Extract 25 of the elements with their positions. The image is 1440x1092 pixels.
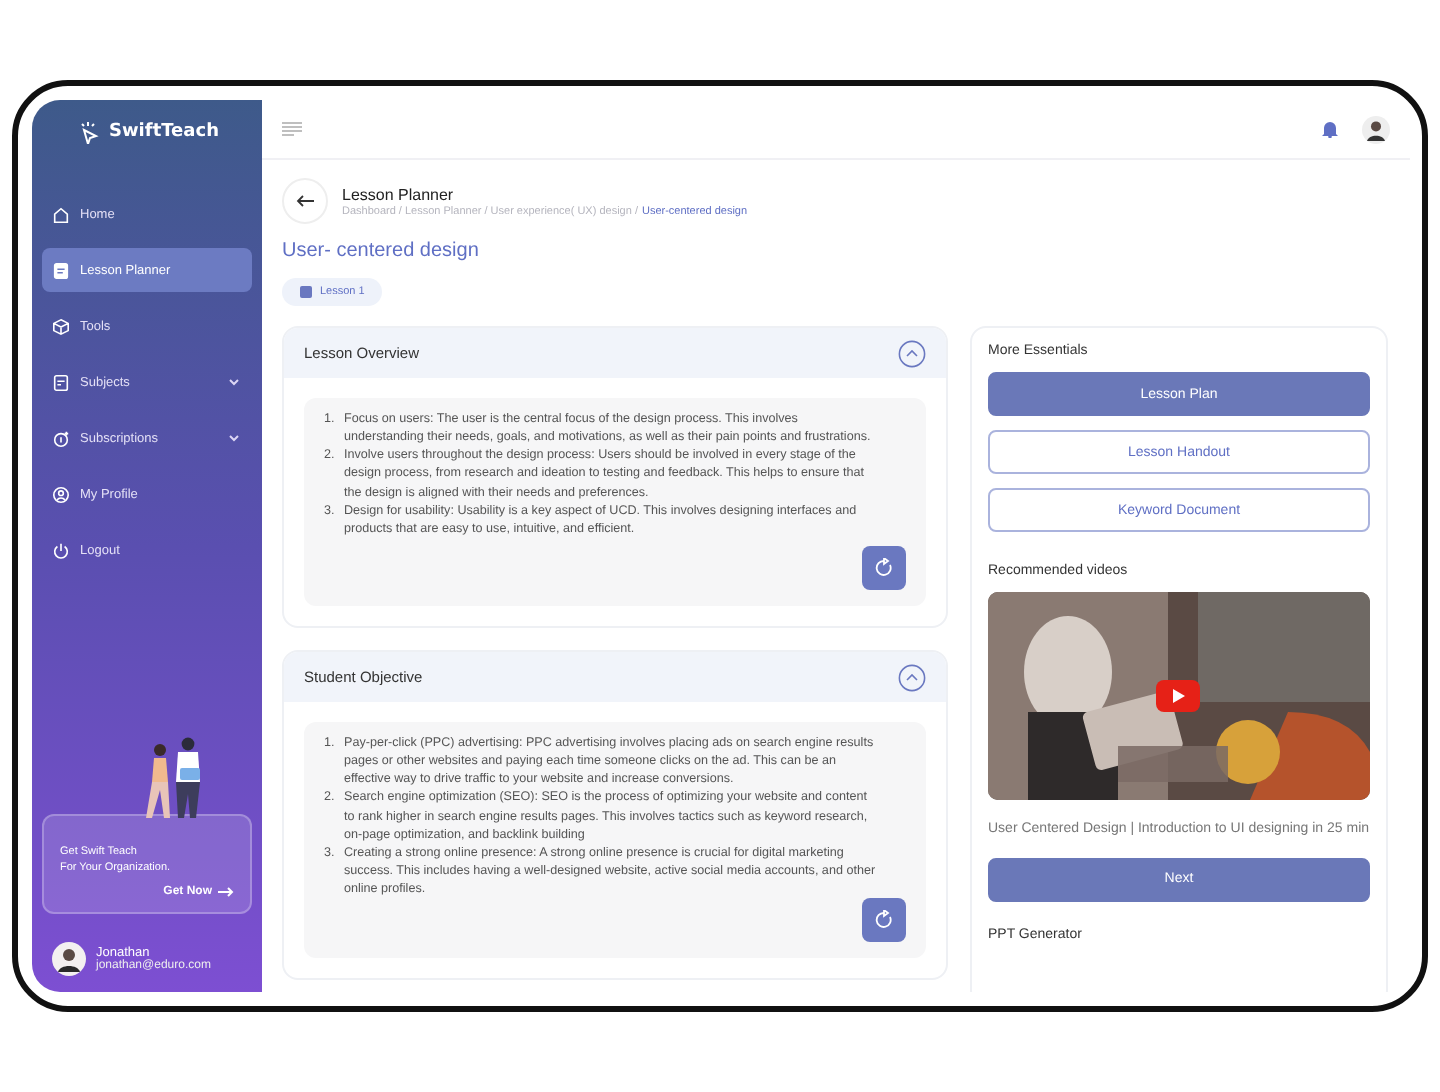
arrow-right-icon [218, 886, 234, 898]
nav-icon [52, 261, 70, 279]
avatar-icon[interactable] [1362, 115, 1390, 143]
nav-icon [52, 485, 70, 503]
page-title: Lesson Planner [342, 185, 456, 203]
refresh-button[interactable] [862, 898, 906, 943]
avatar-icon [52, 942, 86, 976]
nav-icon [52, 205, 70, 223]
nav-icon [52, 541, 70, 559]
arrow-left-icon [296, 194, 314, 208]
refresh-icon [874, 910, 894, 931]
back-button[interactable] [282, 178, 328, 224]
app-logo: SwiftTeach [109, 122, 219, 142]
nav-icon [52, 373, 70, 391]
play-icon[interactable] [1156, 680, 1200, 712]
logo-icon [75, 120, 100, 144]
collapse-toggle-icon[interactable] [898, 339, 926, 367]
refresh-button[interactable] [862, 546, 906, 590]
collapse-toggle-icon[interactable] [898, 663, 926, 691]
nav-icon [52, 429, 70, 447]
refresh-icon [874, 558, 894, 578]
nav-icon [52, 317, 70, 335]
document-icon [300, 286, 312, 298]
bell-icon[interactable] [1322, 120, 1338, 138]
lesson-heading: User- centered design [282, 240, 481, 262]
